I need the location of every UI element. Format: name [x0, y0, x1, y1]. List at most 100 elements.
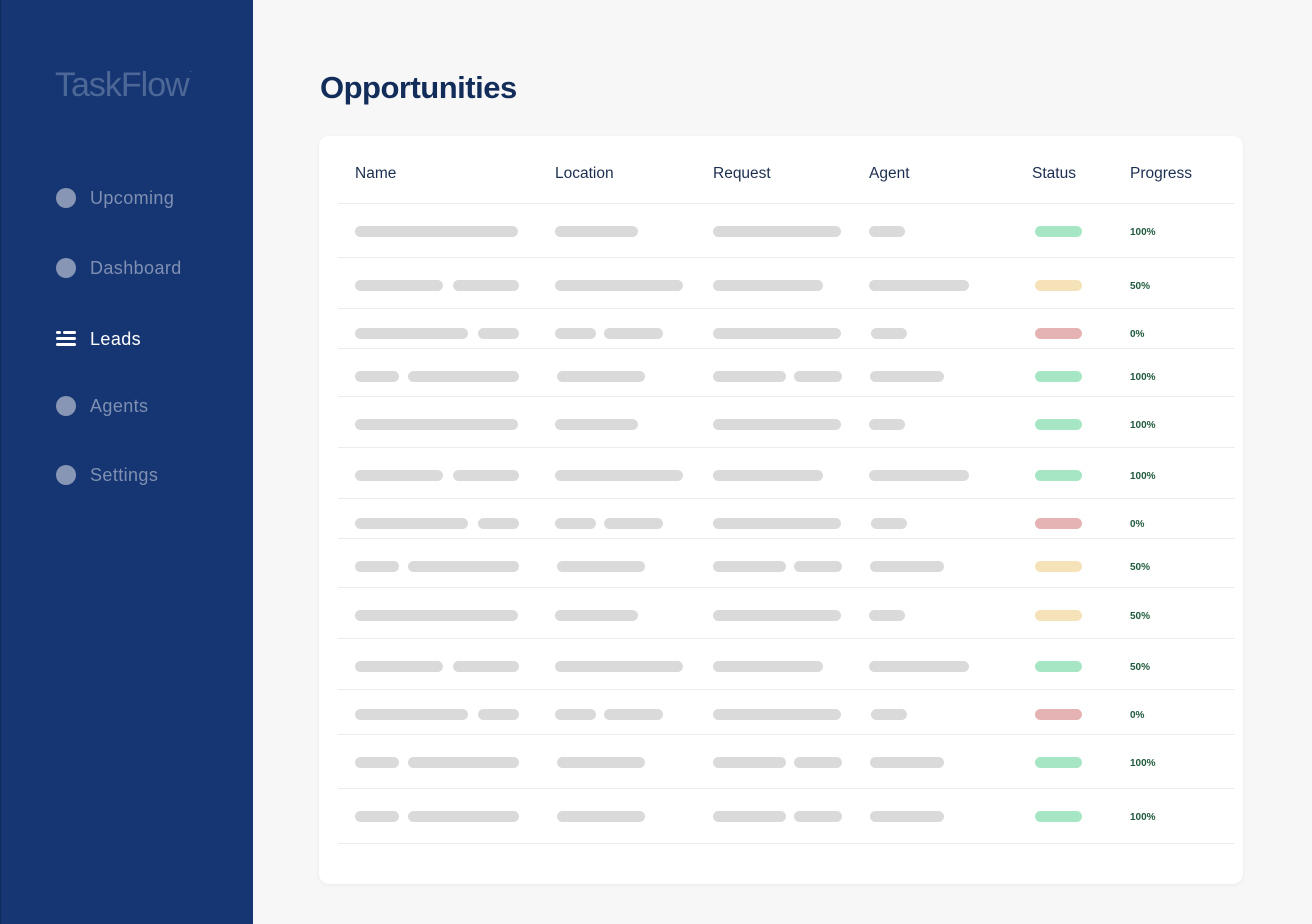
- status-badge: [1035, 561, 1082, 572]
- table-row[interactable]: 50%: [338, 257, 1235, 308]
- circle-icon: [56, 396, 76, 416]
- name-placeholder: [355, 328, 468, 339]
- status-badge: [1035, 757, 1082, 768]
- request-placeholder: [794, 811, 842, 822]
- sidebar-item-dashboard[interactable]: Dashboard: [56, 256, 182, 280]
- agent-placeholder: [871, 709, 907, 720]
- table-row[interactable]: 50%: [338, 538, 1235, 587]
- sidebar-item-upcoming[interactable]: Upcoming: [56, 186, 174, 210]
- progress-value: 100%: [1130, 227, 1156, 238]
- table-row[interactable]: 0%: [338, 689, 1235, 734]
- agent-placeholder: [869, 470, 969, 481]
- name-placeholder: [355, 371, 399, 382]
- sidebar-item-settings[interactable]: Settings: [56, 463, 158, 487]
- name-placeholder: [453, 280, 519, 291]
- name-placeholder: [408, 757, 519, 768]
- app-logo[interactable]: TaskFlow·: [55, 66, 193, 105]
- sidebar-item-label: Agents: [90, 395, 149, 416]
- request-placeholder: [713, 470, 823, 481]
- name-placeholder: [355, 419, 518, 430]
- request-placeholder: [713, 709, 841, 720]
- agent-placeholder: [870, 757, 944, 768]
- location-placeholder: [604, 518, 663, 529]
- sidebar-item-leads[interactable]: Leads: [56, 327, 141, 351]
- table-row[interactable]: 100%: [338, 734, 1235, 788]
- status-badge: [1035, 661, 1082, 672]
- status-badge: [1035, 419, 1082, 430]
- request-placeholder: [713, 226, 841, 237]
- table-row[interactable]: 100%: [338, 396, 1235, 447]
- opportunities-table: Name Location Request Agent Status Progr…: [319, 136, 1243, 884]
- name-placeholder: [355, 518, 468, 529]
- location-placeholder: [555, 226, 638, 237]
- agent-placeholder: [871, 328, 907, 339]
- status-badge: [1035, 811, 1082, 822]
- sidebar-item-label: Upcoming: [90, 187, 175, 208]
- progress-value: 100%: [1130, 372, 1156, 383]
- name-placeholder: [355, 226, 518, 237]
- table-row[interactable]: 100%: [338, 447, 1235, 498]
- progress-value: 100%: [1130, 471, 1156, 482]
- request-placeholder: [713, 371, 786, 382]
- location-placeholder: [555, 328, 596, 339]
- column-header-name[interactable]: Name: [355, 165, 396, 183]
- agent-placeholder: [870, 811, 944, 822]
- request-placeholder: [713, 280, 823, 291]
- location-placeholder: [604, 328, 663, 339]
- request-placeholder: [794, 371, 842, 382]
- request-placeholder: [713, 518, 841, 529]
- progress-value: 100%: [1130, 812, 1156, 823]
- progress-value: 0%: [1130, 329, 1145, 340]
- progress-value: 50%: [1130, 662, 1151, 673]
- table-row[interactable]: 100%: [338, 788, 1235, 843]
- status-badge: [1035, 371, 1082, 382]
- name-placeholder: [355, 757, 399, 768]
- location-placeholder: [604, 709, 663, 720]
- request-placeholder: [794, 757, 842, 768]
- table-row[interactable]: 0%: [338, 498, 1235, 538]
- logo-mark: ·: [188, 66, 193, 77]
- status-badge: [1035, 328, 1082, 339]
- name-placeholder: [478, 709, 519, 720]
- name-placeholder: [453, 470, 519, 481]
- circle-icon: [56, 465, 76, 485]
- request-placeholder: [794, 561, 842, 572]
- agent-placeholder: [869, 661, 969, 672]
- location-placeholder: [557, 757, 645, 768]
- location-placeholder: [555, 518, 596, 529]
- column-header-progress[interactable]: Progress: [1130, 165, 1192, 183]
- name-placeholder: [408, 371, 519, 382]
- table-row[interactable]: 50%: [338, 638, 1235, 689]
- progress-value: 0%: [1130, 710, 1145, 721]
- name-placeholder: [355, 661, 443, 672]
- status-badge: [1035, 280, 1082, 291]
- request-placeholder: [713, 328, 841, 339]
- sidebar-item-label: Dashboard: [90, 257, 182, 278]
- name-placeholder: [355, 811, 399, 822]
- progress-value: 100%: [1130, 420, 1156, 431]
- name-placeholder: [355, 709, 468, 720]
- column-header-status[interactable]: Status: [1032, 165, 1076, 183]
- location-placeholder: [557, 811, 645, 822]
- table-row[interactable]: 50%: [338, 587, 1235, 638]
- page-title: Opportunities: [320, 70, 517, 105]
- sidebar-item-label: Settings: [90, 464, 159, 485]
- table-row[interactable]: 100%: [338, 203, 1235, 257]
- location-placeholder: [557, 371, 645, 382]
- agent-placeholder: [870, 371, 944, 382]
- table-row[interactable]: 100%: [338, 348, 1235, 396]
- agent-placeholder: [869, 419, 905, 430]
- progress-value: 100%: [1130, 758, 1156, 769]
- name-placeholder: [408, 561, 519, 572]
- sidebar: TaskFlow· Upcoming Dashboard Leads Agent…: [0, 0, 253, 924]
- status-badge: [1035, 226, 1082, 237]
- name-placeholder: [355, 280, 443, 291]
- column-header-request[interactable]: Request: [713, 165, 771, 183]
- location-placeholder: [555, 709, 596, 720]
- column-header-location[interactable]: Location: [555, 165, 614, 183]
- sidebar-item-agents[interactable]: Agents: [56, 394, 148, 418]
- name-placeholder: [355, 561, 399, 572]
- name-placeholder: [453, 661, 519, 672]
- table-row[interactable]: 0%: [338, 308, 1235, 348]
- column-header-agent[interactable]: Agent: [869, 165, 910, 183]
